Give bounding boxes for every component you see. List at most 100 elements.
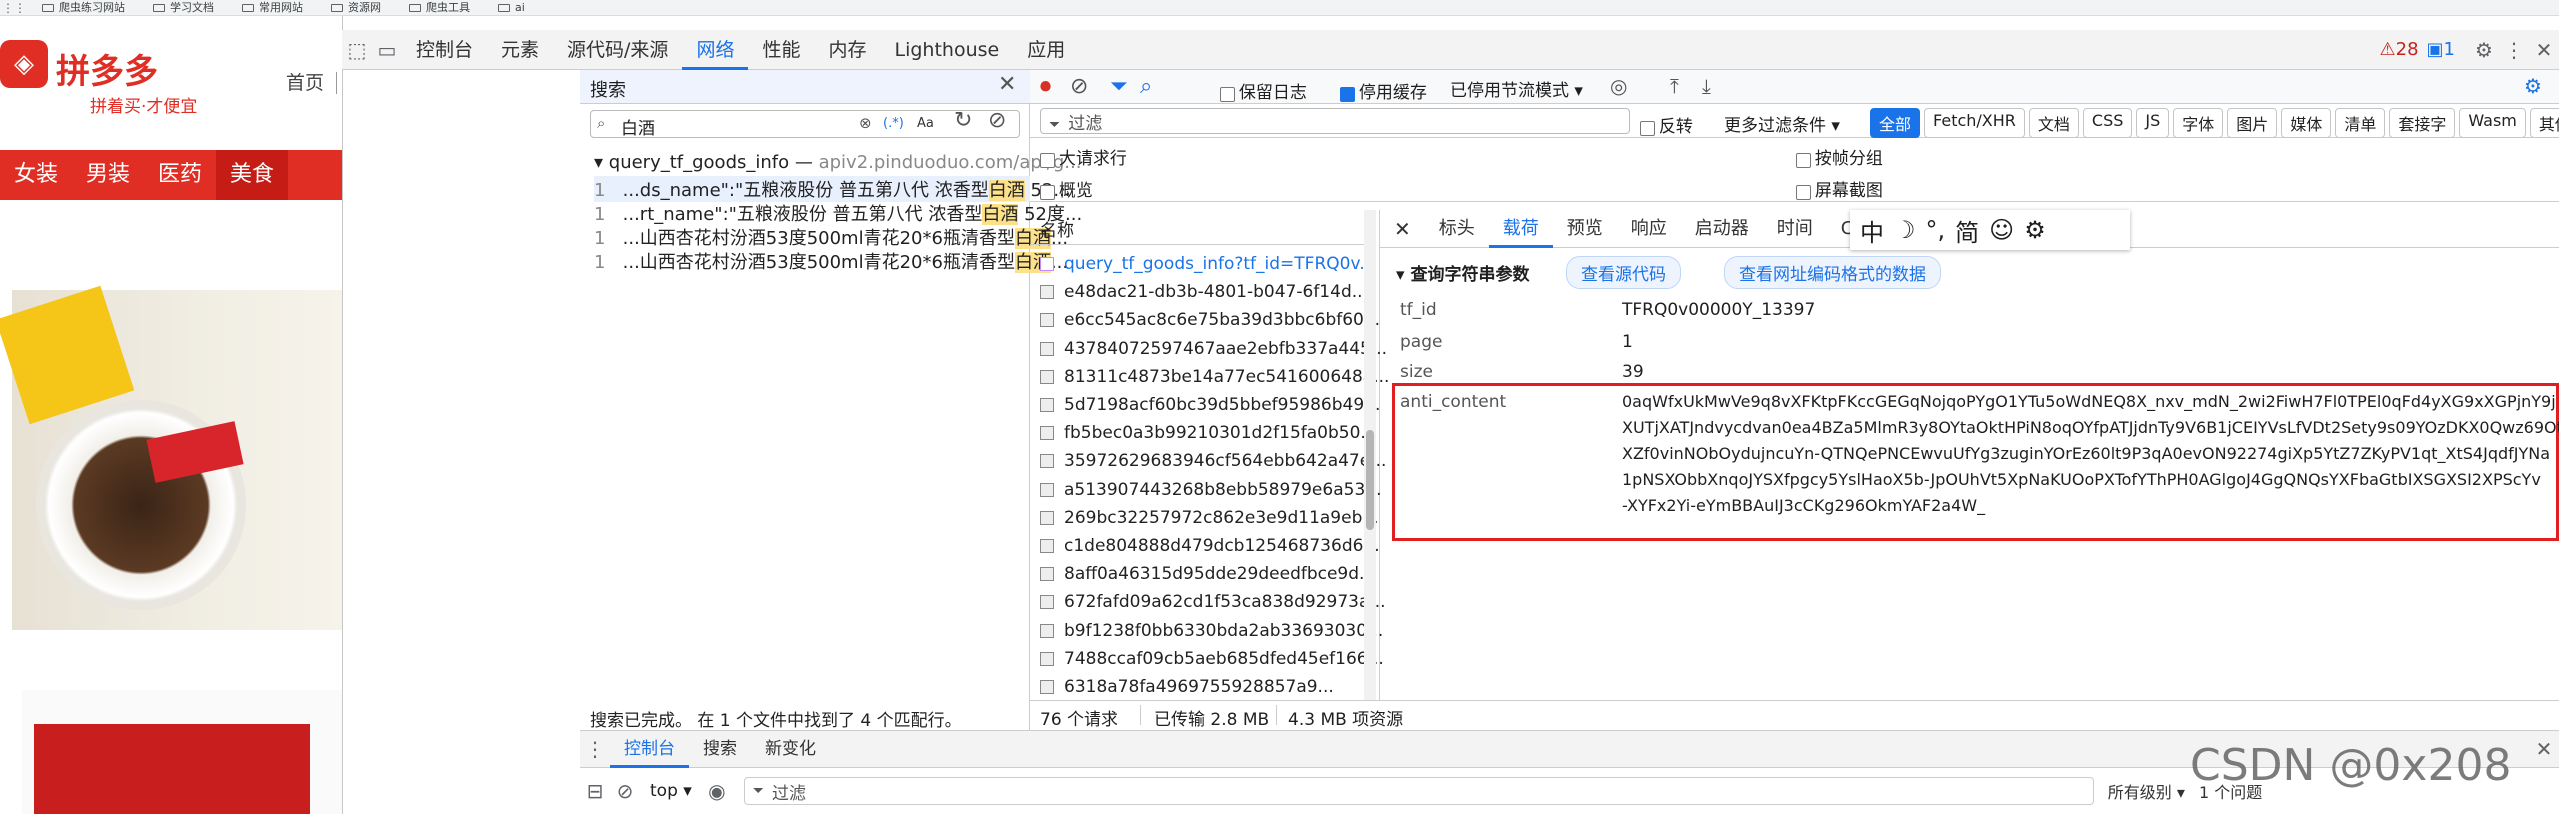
type-filter[interactable]: 其他 <box>2529 108 2559 138</box>
clear-console-icon[interactable]: ⊘ <box>610 771 640 811</box>
nav-home[interactable]: 首页 <box>286 68 324 95</box>
close-search-icon[interactable]: ✕ <box>998 72 1016 97</box>
bookmark-folder[interactable]: ai <box>484 0 539 15</box>
type-filter[interactable]: 文档 <box>2028 108 2079 138</box>
view-source-button[interactable]: 查看源代码 <box>1566 256 1681 289</box>
big-rows-checkbox[interactable]: 大请求行 <box>1040 144 1127 169</box>
throttle-select[interactable]: 已停用节流模式 ▾ <box>1450 76 1583 101</box>
detail-tab[interactable]: 预览 <box>1553 210 1617 248</box>
search-result-row[interactable]: 1 ...rt_name":"五粮液股份 普五第八代 浓香型白酒 52度... <box>594 200 1082 226</box>
search-result-row[interactable]: 1 ...山西杏花村汾酒53度500ml青花20*6瓶清香型白酒... <box>594 248 1068 274</box>
request-row[interactable]: e48dac21-db3b-4801-b047-6f14d... <box>1040 282 1368 302</box>
sidebar-toggle-icon[interactable]: ⊟ <box>580 771 610 811</box>
inspect-icon[interactable]: ⬚ <box>342 30 372 70</box>
export-har-icon[interactable]: ⤓ <box>1702 74 1711 98</box>
live-expression-eye-icon[interactable]: ◉ <box>702 771 732 811</box>
request-row[interactable]: 43784072597467aae2ebfb337a445... <box>1040 339 1387 359</box>
category-item[interactable]: 医药 <box>144 150 216 200</box>
devtools-tab[interactable]: 源代码/来源 <box>553 30 682 70</box>
search-network-icon[interactable]: ⌕ <box>1140 74 1152 99</box>
regex-toggle[interactable]: (.*) <box>883 116 904 131</box>
ime-punct-icon[interactable]: °, <box>1926 216 1946 244</box>
request-row-selected[interactable]: query_tf_goods_info?tf_id=TFRQ0v... <box>1040 254 1375 274</box>
detail-tab-payload[interactable]: 载荷 <box>1488 210 1553 248</box>
pdd-logo-icon[interactable]: ◈ <box>0 40 48 88</box>
view-url-encoded-button[interactable]: 查看网址编码格式的数据 <box>1724 256 1941 289</box>
drawer-tab[interactable]: 新变化 <box>751 730 830 768</box>
import-har-icon[interactable]: ⤒ <box>1670 74 1679 98</box>
detail-tab[interactable]: 时间 <box>1763 210 1827 248</box>
devtools-tab[interactable]: 元素 <box>487 30 553 70</box>
detail-tab[interactable]: 响应 <box>1617 210 1681 248</box>
close-devtools-icon[interactable]: ✕ <box>2529 30 2559 70</box>
name-column-header[interactable]: 名称 <box>1040 216 1074 241</box>
search-file-row[interactable]: ▾ query_tf_goods_info — apiv2.pinduoduo.… <box>594 152 1081 173</box>
category-item[interactable]: 女装 <box>0 150 72 200</box>
scrollbar-thumb[interactable] <box>1366 430 1374 530</box>
device-toggle-icon[interactable]: ▭ <box>372 30 402 70</box>
type-filter[interactable]: 媒体 <box>2281 108 2332 138</box>
bookmark-folder[interactable]: 常用网站 <box>228 0 317 15</box>
close-drawer-icon[interactable]: ✕ <box>2529 729 2559 769</box>
devtools-tab[interactable]: 性能 <box>748 30 814 70</box>
network-settings-icon[interactable]: ⚙ <box>2524 74 2542 98</box>
detail-tab[interactable]: 启动器 <box>1681 210 1763 248</box>
type-filter[interactable]: 图片 <box>2227 108 2278 138</box>
filter-icon[interactable]: ⏷ <box>1110 74 1128 99</box>
bookmark-folder[interactable]: 资源网 <box>317 0 395 15</box>
request-row[interactable]: fb5bec0a3b99210301d2f15fa0b50... <box>1040 423 1377 443</box>
request-row[interactable]: b9f1238f0bb6330bda2ab33693030... <box>1040 621 1383 641</box>
request-row[interactable]: 8aff0a46315d95dde29deedfbce9d... <box>1040 564 1375 584</box>
category-item-active[interactable]: 美食 <box>216 150 289 200</box>
type-filter[interactable]: CSS <box>2082 108 2133 138</box>
devtools-tab[interactable]: 内存 <box>814 30 880 70</box>
bookmark-folder[interactable]: 爬虫工具 <box>395 0 484 15</box>
ime-settings-icon[interactable]: ⚙ <box>2024 216 2046 244</box>
request-row[interactable]: 81311c4873be14a77ec541600648a... <box>1040 367 1389 387</box>
preserve-log-checkbox[interactable]: 保留日志 <box>1220 78 1307 103</box>
detail-tab[interactable]: 标头 <box>1425 210 1489 248</box>
type-filter[interactable]: 字体 <box>2173 108 2224 138</box>
type-filter[interactable]: 套接字 <box>2389 108 2456 138</box>
request-row[interactable]: 672fafd09a62cd1f53ca838d92973a... <box>1040 592 1386 612</box>
refresh-search-icon[interactable]: ↻ <box>954 108 972 133</box>
close-detail-icon[interactable]: ✕ <box>1380 210 1425 248</box>
settings-gear-icon[interactable]: ⚙ <box>2469 30 2499 70</box>
request-row[interactable]: a513907443268b8ebb58979e6a53... <box>1040 480 1381 500</box>
drawer-menu-icon[interactable]: ⋮ <box>580 729 610 769</box>
request-row[interactable]: 7488ccaf09cb5aeb685dfed45ef166... <box>1040 649 1384 669</box>
clear-results-icon[interactable]: ⊘ <box>988 108 1006 133</box>
more-filters-dropdown[interactable]: 更多过滤条件 ▾ <box>1724 111 1840 136</box>
drawer-tab-console[interactable]: 控制台 <box>610 730 689 768</box>
overview-checkbox[interactable]: 概览 <box>1040 176 1093 201</box>
invert-checkbox[interactable]: 反转 <box>1640 112 1693 137</box>
bookmark-folder[interactable]: 学习文档 <box>139 0 228 15</box>
ime-chinese-icon[interactable]: 中 <box>1860 213 1884 248</box>
devtools-tab[interactable]: Lighthouse <box>880 30 1013 70</box>
devtools-tab[interactable]: 控制台 <box>402 30 487 70</box>
query-params-section[interactable]: ▾ 查询字符串参数 <box>1396 260 1529 285</box>
type-filter[interactable]: Fetch/XHR <box>1924 108 2025 138</box>
clear-search-icon[interactable]: ⊗ <box>859 114 872 132</box>
request-row[interactable]: e6cc545ac8c6e75ba39d3bbc6bf60... <box>1040 310 1380 330</box>
console-filter-input[interactable]: ⏷ 过滤 <box>743 777 2094 805</box>
ime-simplified-icon[interactable]: 简 <box>1955 213 1979 248</box>
log-levels-select[interactable]: 所有级别 ▾ <box>2108 779 2185 803</box>
request-row[interactable]: 6318a78fa4969755928857a9... <box>1040 677 1334 697</box>
disable-cache-checkbox[interactable]: 停用缓存 <box>1340 78 1427 103</box>
devtools-tab-network[interactable]: 网络 <box>682 30 749 70</box>
request-row[interactable]: 5d7198acf60bc39d5bbef95986b49... <box>1040 395 1380 415</box>
request-row[interactable]: 269bc32257972c862e3e9d11a9eb... <box>1040 508 1379 528</box>
screenshots-checkbox[interactable]: 屏幕截图 <box>1796 176 1883 201</box>
clear-network-icon[interactable]: ⊘ <box>1070 74 1088 99</box>
network-filter-input[interactable]: ⏷ 过滤 <box>1040 108 1630 134</box>
ime-moon-icon[interactable]: ☽ <box>1894 216 1916 244</box>
request-row[interactable]: 35972629683946cf564ebb642a47e... <box>1040 451 1386 471</box>
network-conditions-icon[interactable]: ◎ <box>1610 74 1627 98</box>
type-filter-all[interactable]: 全部 <box>1870 108 1921 138</box>
search-result-row[interactable]: 1 ...ds_name":"五粮液股份 普五第八代 浓香型白酒 52... <box>594 176 1071 202</box>
request-row[interactable]: c1de804888d479dcb125468736d6... <box>1040 536 1380 556</box>
search-result-row[interactable]: 1 ...山西杏花村汾酒53度500ml青花20*6瓶清香型白酒... <box>594 224 1068 250</box>
record-stop-icon[interactable]: ⏺ <box>1040 74 1051 99</box>
apps-grid-icon[interactable]: ⋮⋮ <box>0 1 28 15</box>
